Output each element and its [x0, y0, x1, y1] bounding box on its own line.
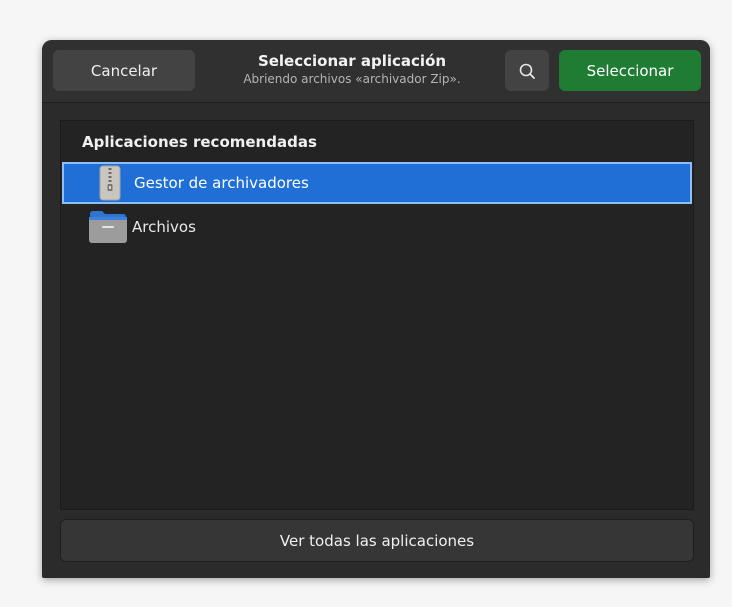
- archive-manager-icon: [90, 165, 130, 201]
- cancel-button-label: Cancelar: [90, 61, 158, 80]
- dialog-title: Seleccionar aplicación: [257, 52, 447, 70]
- list-item-files[interactable]: Archivos: [62, 206, 692, 248]
- app-list: Aplicaciones recomendadas Gestor de arch…: [60, 120, 694, 510]
- search-button[interactable]: [505, 50, 549, 91]
- select-button-label: Seleccionar: [586, 61, 674, 80]
- folder-icon: [88, 209, 128, 245]
- dialog-subtitle: Abriendo archivos «archivador Zip».: [243, 72, 461, 86]
- list-item-label: Gestor de archivadores: [134, 174, 309, 192]
- app-chooser-dialog: Cancelar Seleccionar aplicación Abriendo…: [42, 40, 710, 578]
- list-item-archive-manager[interactable]: Gestor de archivadores: [62, 162, 692, 204]
- title-block: Seleccionar aplicación Abriendo archivos…: [207, 51, 497, 87]
- section-heading: Aplicaciones recomendadas: [82, 133, 317, 151]
- show-all-apps-button[interactable]: Ver todas las aplicaciones: [60, 519, 694, 562]
- search-icon: [519, 63, 535, 79]
- cancel-button[interactable]: Cancelar: [53, 50, 195, 91]
- select-button[interactable]: Seleccionar: [559, 50, 701, 91]
- header-bar: Cancelar Seleccionar aplicación Abriendo…: [42, 40, 710, 103]
- list-item-label: Archivos: [132, 218, 196, 236]
- show-all-apps-label: Ver todas las aplicaciones: [279, 531, 475, 550]
